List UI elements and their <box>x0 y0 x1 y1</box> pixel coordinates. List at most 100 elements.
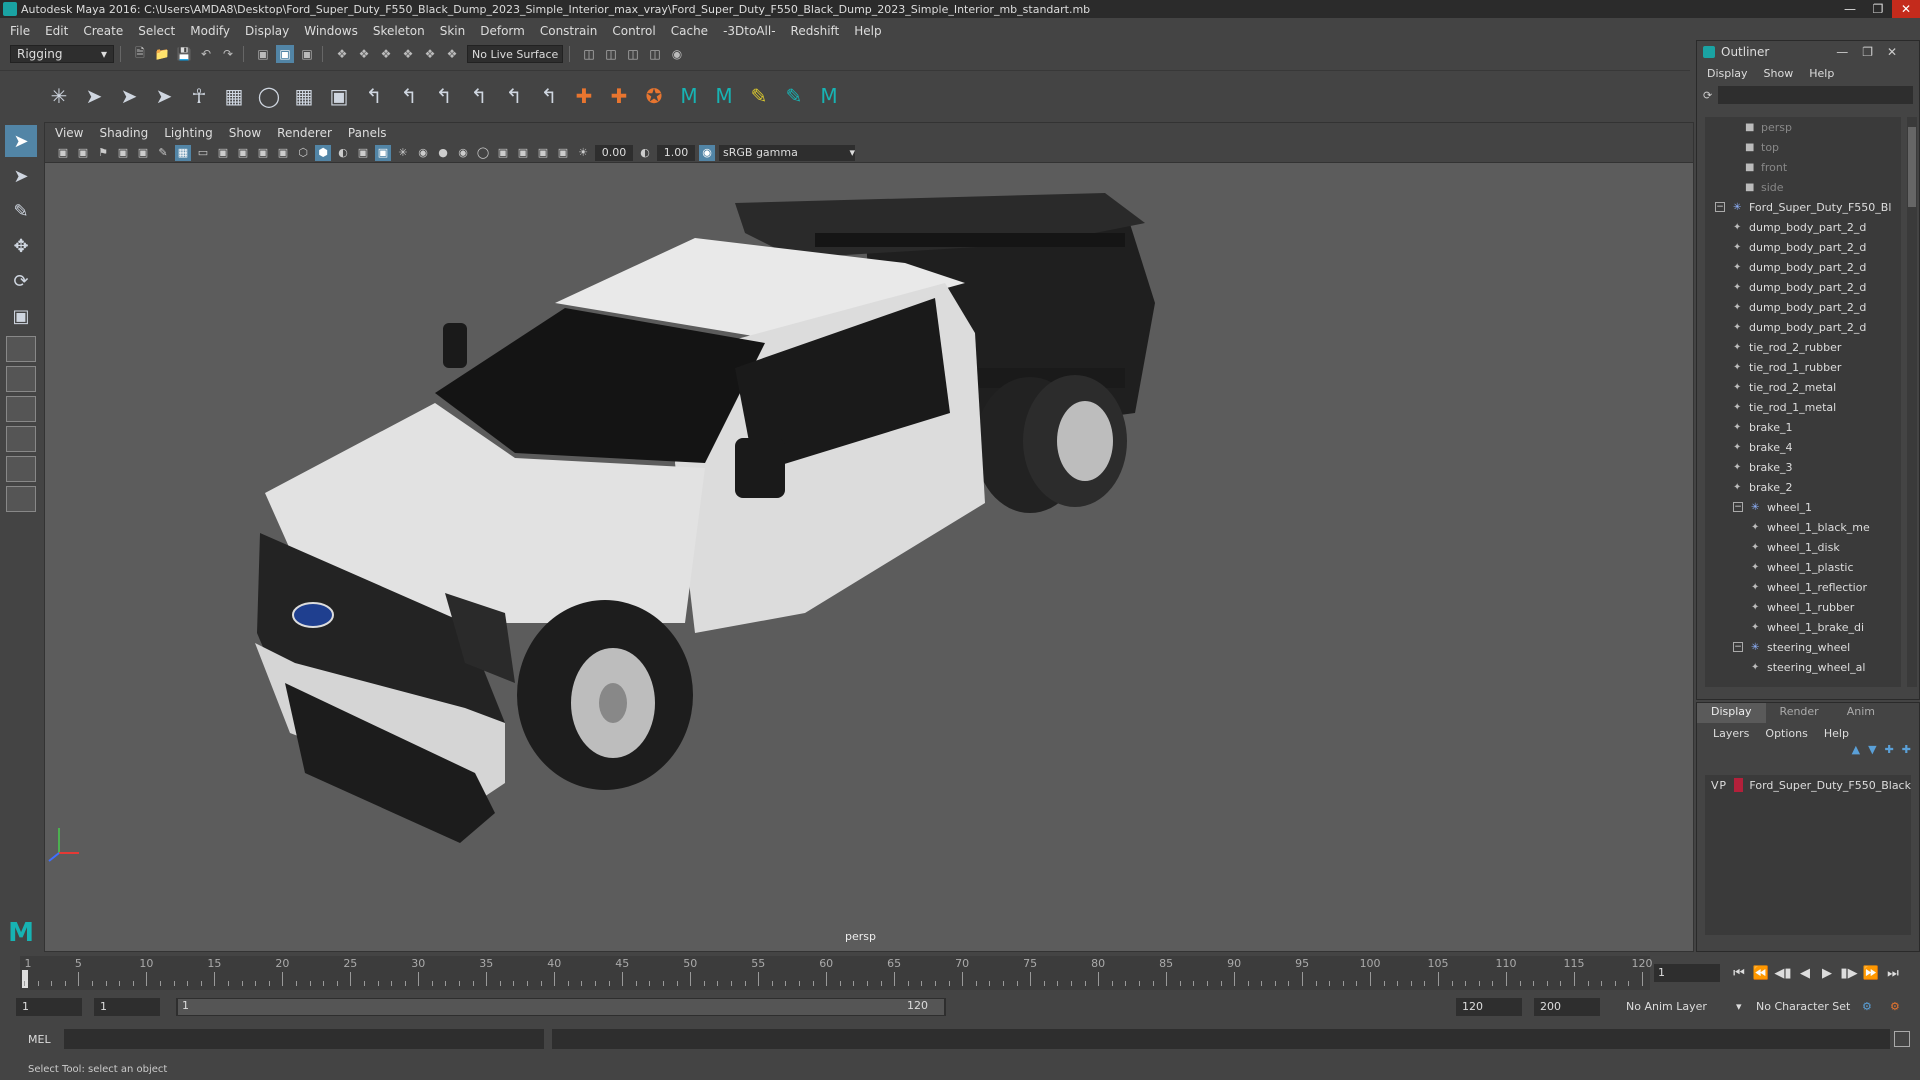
time-slider[interactable]: 1 5 10 15 20 25 30 35 40 45 50 55 60 65 70 75 80 85 90 95 1… <box>20 956 1653 990</box>
tab-render[interactable]: Render <box>1766 703 1833 723</box>
play-forwards-icon[interactable]: ▶ <box>1816 964 1838 982</box>
range-slider[interactable]: 1 120 <box>176 998 946 1016</box>
paint-select-icon[interactable]: ✎ <box>5 195 37 227</box>
close-icon[interactable]: ✕ <box>1892 0 1920 18</box>
scene-render[interactable] <box>45 163 1694 952</box>
collapse-icon[interactable]: − <box>1733 502 1743 512</box>
layer-menu-options[interactable]: Options <box>1765 727 1807 740</box>
cluster-handle-icon[interactable]: ✚ <box>604 81 634 111</box>
safe-action-icon[interactable]: ▣ <box>275 145 291 161</box>
snap-grid-icon[interactable]: ❖ <box>333 45 351 63</box>
redo-icon[interactable]: ↷ <box>219 45 237 63</box>
textured-icon[interactable]: ▣ <box>355 145 371 161</box>
wrap-icon[interactable]: ✪ <box>639 81 669 111</box>
collapse-icon[interactable]: − <box>1733 642 1743 652</box>
outliner-item[interactable]: ✦ dump_body_part_2_d <box>1705 297 1901 317</box>
outliner-item[interactable]: ■ front <box>1705 157 1901 177</box>
vp-menu-panels[interactable]: Panels <box>348 126 387 140</box>
perspective-viewport[interactable]: View Shading Lighting Show Renderer Pane… <box>44 122 1694 952</box>
character-set-dropdown[interactable]: No Character Set <box>1756 998 1850 1016</box>
render-frame-icon[interactable]: ◫ <box>602 45 620 63</box>
new-scene-icon[interactable]: 🗎 <box>131 45 149 63</box>
layer-visibility-toggle[interactable]: V <box>1711 779 1719 792</box>
move-layer-down-icon[interactable]: ▼ <box>1868 743 1876 763</box>
outliner-item[interactable]: ✦ tie_rod_2_metal <box>1705 377 1901 397</box>
paint-tool-icon[interactable]: ✎ <box>779 81 809 111</box>
render-view-icon[interactable]: ◫ <box>580 45 598 63</box>
hik-skeleton-icon[interactable]: M <box>814 81 844 111</box>
snap-magnet-icon[interactable]: ❖ <box>443 45 461 63</box>
parent-constraint-icon[interactable]: ↰ <box>359 81 389 111</box>
outliner-window-controls[interactable]: —❐✕ <box>1836 45 1911 59</box>
paint-weights-icon[interactable]: ◯ <box>254 81 284 111</box>
new-layer-icon[interactable]: ✚ <box>1885 743 1894 763</box>
aim-constraint-icon[interactable]: ↰ <box>499 81 529 111</box>
outliner-item[interactable]: ✦ steering_wheel_al <box>1705 657 1901 677</box>
anim-layer-dropdown[interactable]: No Anim Layer <box>1626 998 1707 1016</box>
select-object-icon[interactable]: ▣ <box>276 45 294 63</box>
gate-mask-icon[interactable]: ▣ <box>235 145 251 161</box>
current-time-marker[interactable] <box>22 970 28 988</box>
hik-icon[interactable]: M <box>674 81 704 111</box>
snap-surface-icon[interactable]: ❖ <box>421 45 439 63</box>
lattice-icon[interactable]: ▦ <box>289 81 319 111</box>
grid-icon[interactable]: ▦ <box>175 144 191 161</box>
use-lights-icon[interactable]: ▣ <box>375 144 391 161</box>
color-management-icon[interactable]: ◉ <box>699 144 715 161</box>
menu-set-dropdown[interactable]: Rigging ▾ <box>10 45 114 63</box>
outliner-item[interactable]: − ✳ steering_wheel <box>1705 637 1901 657</box>
outliner-item[interactable]: ■ top <box>1705 137 1901 157</box>
ik-handle-icon[interactable]: ☥ <box>184 81 214 111</box>
script-editor-icon[interactable] <box>1894 1031 1910 1047</box>
xray-joints-icon[interactable]: ▣ <box>535 145 551 161</box>
layer-playback-toggle[interactable]: P <box>1719 779 1727 792</box>
menu-select[interactable]: Select <box>138 24 175 38</box>
joint-tool-icon[interactable]: ✳ <box>44 81 74 111</box>
menu-skin[interactable]: Skin <box>440 24 466 38</box>
command-input[interactable] <box>64 1029 544 1049</box>
snap-point-icon[interactable]: ❖ <box>377 45 395 63</box>
film-gate-icon[interactable]: ▭ <box>195 145 211 161</box>
bind-skin-icon[interactable]: ▦ <box>219 81 249 111</box>
outliner-item[interactable]: ✦ wheel_1_rubber <box>1705 597 1901 617</box>
exposure-icon[interactable]: ☀ <box>575 145 591 161</box>
playback-start-field[interactable]: 1 <box>94 998 160 1016</box>
outliner-item[interactable]: ✦ brake_2 <box>1705 477 1901 497</box>
pole-vector-icon[interactable]: ↰ <box>534 81 564 111</box>
shaded-wireframe-icon[interactable]: ◐ <box>335 145 351 161</box>
step-back-key-icon[interactable]: ⏪ <box>1750 964 1772 982</box>
outliner-item[interactable]: ✦ tie_rod_2_rubber <box>1705 337 1901 357</box>
animation-prefs-icon[interactable]: ⚙ <box>1890 998 1900 1016</box>
vp-menu-show[interactable]: Show <box>229 126 261 140</box>
exposure-field[interactable]: 0.00 <box>595 144 633 161</box>
animation-start-field[interactable]: 1 <box>16 998 82 1016</box>
current-frame-field[interactable]: 1 <box>1654 964 1720 982</box>
step-back-frame-icon[interactable]: ◀▮ <box>1772 964 1794 982</box>
resolution-gate-icon[interactable]: ▣ <box>215 145 231 161</box>
open-scene-icon[interactable]: 📁 <box>153 45 171 63</box>
image-plane-icon[interactable]: ▣ <box>115 145 131 161</box>
layer-color-swatch[interactable] <box>1733 778 1744 792</box>
field-chart-icon[interactable]: ▣ <box>255 145 271 161</box>
view-transform-dropdown[interactable]: sRGB gamma ▾ <box>719 144 855 161</box>
scroll-thumb[interactable] <box>1908 127 1916 207</box>
outliner-menu-show[interactable]: Show <box>1764 67 1794 80</box>
vp-menu-view[interactable]: View <box>55 126 83 140</box>
camera-select-icon[interactable]: ▣ <box>55 145 71 161</box>
point-constraint-icon[interactable]: ↰ <box>394 81 424 111</box>
script-type-label[interactable]: MEL <box>0 1033 52 1046</box>
lasso-tool-icon[interactable]: ➤ <box>5 160 37 192</box>
menu-file[interactable]: File <box>10 24 30 38</box>
orient-constraint-icon[interactable]: ↰ <box>429 81 459 111</box>
menu-display[interactable]: Display <box>245 24 289 38</box>
outliner-item[interactable]: ■ side <box>1705 177 1901 197</box>
live-surface-field[interactable]: No Live Surface <box>467 45 563 63</box>
outliner-item[interactable]: ✦ dump_body_part_2_d <box>1705 277 1901 297</box>
ipr-render-icon[interactable]: ◫ <box>624 45 642 63</box>
outliner-item[interactable]: − ✳ Ford_Super_Duty_F550_Bl <box>1705 197 1901 217</box>
locator-icon[interactable]: ✚ <box>569 81 599 111</box>
two-pane-layout-icon[interactable] <box>6 396 36 422</box>
auto-key-icon[interactable]: ⚙ <box>1862 998 1872 1016</box>
outliner-tree[interactable]: ■ persp ■ top ■ front ■ side − ✳ Ford_Super_Duty_F… <box>1705 117 1901 687</box>
step-forward-frame-icon[interactable]: ▮▶ <box>1838 964 1860 982</box>
